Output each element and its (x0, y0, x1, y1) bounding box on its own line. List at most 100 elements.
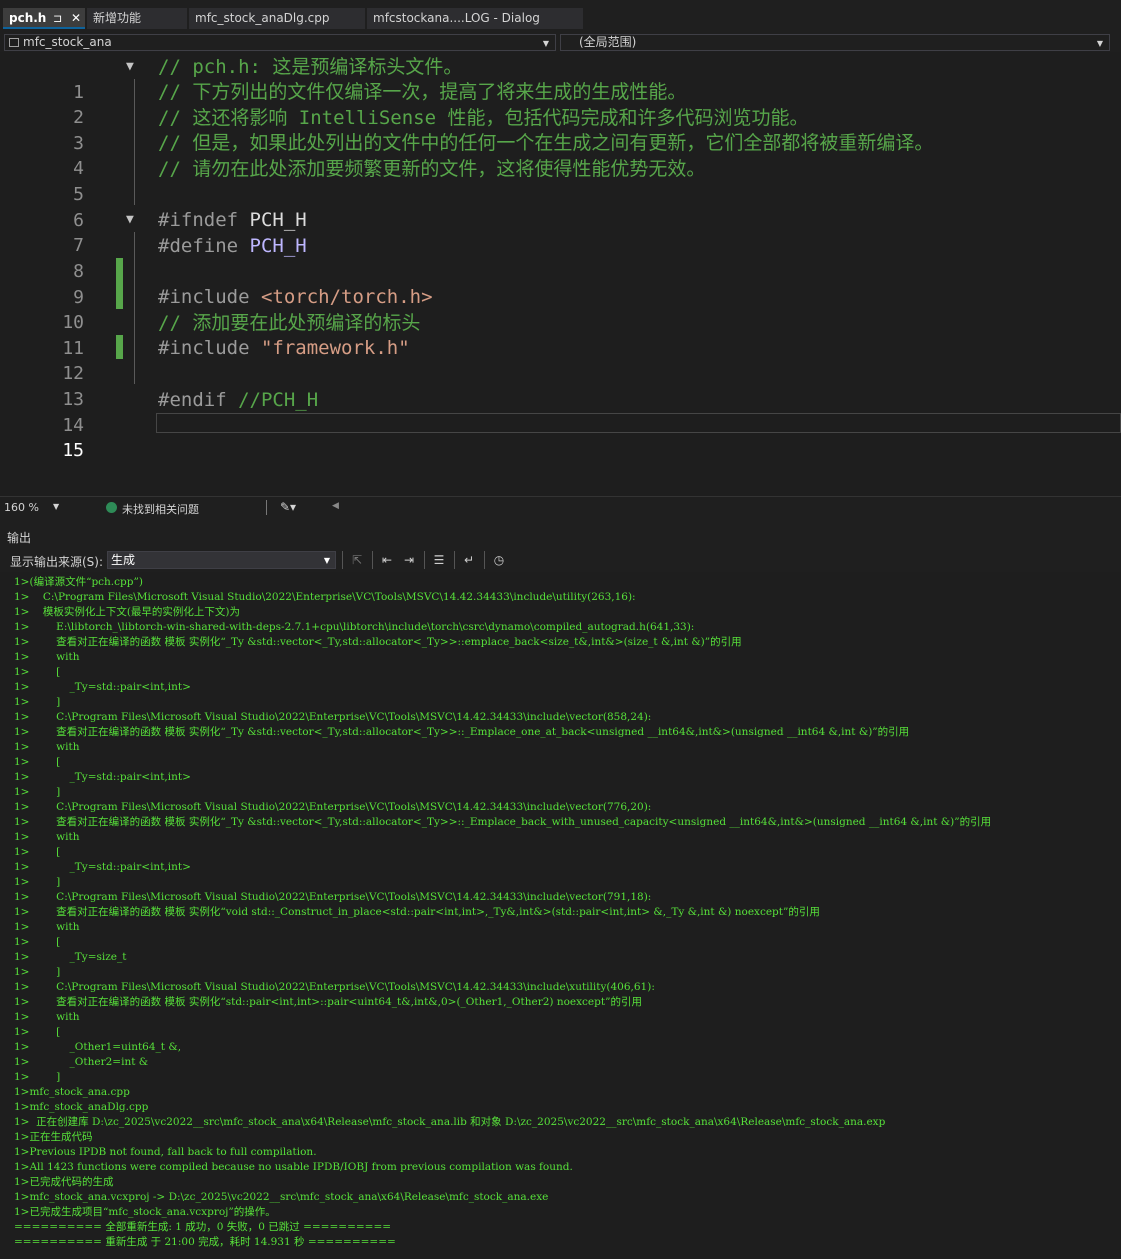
code-line: 2 // 下方列出的文件仅编译一次，提高了将来生成的生成性能。 (0, 79, 1121, 128)
fold-toggle-icon[interactable]: ▼ (126, 54, 134, 80)
output-line: 1> with (14, 921, 80, 933)
tab-pch-h[interactable]: pch.h ⊐ ✕ (3, 8, 85, 29)
divider (424, 551, 425, 569)
divider (342, 551, 343, 569)
output-line: 1>mfc_stock_ana.cpp (14, 1086, 130, 1098)
zoom-level[interactable]: 160 % (4, 501, 39, 514)
clear-all-icon[interactable]: ☰ (431, 552, 447, 568)
code-line: 3 // 这还将影响 IntelliSense 性能，包括代码完成和许多代码浏览… (0, 105, 1121, 154)
code-text: // 请勿在此处添加要频繁更新的文件，这将使得性能优势无效。 (158, 158, 706, 180)
output-line: ========== 重新生成 于 21:00 完成，耗时 14.931 秒 =… (14, 1236, 396, 1248)
code-text: // pch.h: 这是预编译标头文件。 (158, 56, 463, 78)
output-line: 1> with (14, 1011, 80, 1023)
output-line: 1> C:\Program Files\Microsoft Visual Stu… (14, 981, 655, 993)
next-message-icon[interactable]: ⇥ (401, 552, 417, 568)
output-line: 1> C:\Program Files\Microsoft Visual Stu… (14, 591, 636, 603)
output-line: 1> _Ty=std::pair<int,int> (14, 771, 191, 783)
preprocessor-directive: #include (158, 286, 250, 308)
output-line: 1> _Other1=uint64_t &, (14, 1041, 182, 1053)
tab-dialog[interactable]: mfcstockana....LOG - Dialog (367, 8, 583, 29)
scroll-left-icon[interactable]: ◀ (332, 501, 339, 511)
output-line: 1> 查看对正在编译的函数 模板 实例化“std::pair<int,int>:… (14, 996, 642, 1008)
code-editor[interactable]: 1 ▼ // pch.h: 这是预编译标头文件。 2 // 下方列出的文件仅编译… (0, 52, 1121, 496)
navigation-bar: mfc_stock_ana ▼ (全局范围) ▼ (0, 32, 1121, 52)
line-number: 15 (62, 440, 84, 461)
output-line: 1> 查看对正在编译的函数 模板 实例化“_Ty &std::vector<_T… (14, 636, 742, 648)
output-line: 1> 查看对正在编译的函数 模板 实例化“_Ty &std::vector<_T… (14, 726, 910, 738)
output-line: 1>All 1423 functions were compiled becau… (14, 1161, 573, 1173)
code-comment: //PCH_H (238, 389, 319, 411)
output-line: 1>已完成生成项目“mfc_stock_ana.vcxproj”的操作。 (14, 1206, 276, 1218)
macro-name: PCH_H (249, 235, 307, 257)
chevron-down-icon[interactable]: ▼ (53, 502, 59, 511)
output-content[interactable]: 1>(编译源文件“pch.cpp”) 1> C:\Program Files\M… (0, 572, 1121, 1259)
output-line: 1> 查看对正在编译的函数 模板 实例化“_Ty &std::vector<_T… (14, 816, 992, 828)
code-line: 10 #include <torch/torch.h> (0, 284, 1121, 333)
output-panel-title: 输出 (7, 531, 32, 545)
previous-message-icon[interactable]: ⇤ (379, 552, 395, 568)
scope-dropdown[interactable]: (全局范围) ▼ (560, 34, 1110, 51)
divider (484, 551, 485, 569)
code-line: 4 // 但是，如果此处列出的文件中的任何一个在生成之间有更新，它们全部都将被重… (0, 130, 1121, 179)
output-line: 1> ] (14, 876, 61, 888)
output-line: 1> C:\Program Files\Microsoft Visual Stu… (14, 801, 652, 813)
tab-new-features[interactable]: 新增功能 (87, 8, 187, 29)
fold-toggle-icon[interactable]: ▼ (126, 207, 134, 233)
code-line: 5 // 请勿在此处添加要频繁更新的文件，这将使得性能优势无效。 (0, 156, 1121, 205)
chevron-down-icon: ▼ (323, 556, 330, 565)
project-dropdown[interactable]: mfc_stock_ana ▼ (4, 34, 556, 51)
output-line: 1> with (14, 651, 80, 663)
check-icon (106, 502, 117, 513)
output-line: 1> _Other2=int & (14, 1056, 149, 1068)
output-line: 1> 正在创建库 D:\zc_2025\vc2022__src\mfc_stoc… (14, 1116, 886, 1128)
code-line: 13 (0, 361, 1121, 410)
output-line: 1>(编译源文件“pch.cpp”) (14, 576, 143, 588)
output-source-select[interactable]: 生成 ▼ (107, 551, 336, 569)
code-line: 1 ▼ // pch.h: 这是预编译标头文件。 (0, 54, 1121, 103)
output-line: 1>Previous IPDB not found, fall back to … (14, 1146, 317, 1158)
code-line: 6 (0, 182, 1121, 231)
issues-status[interactable]: 未找到相关问题 (122, 501, 199, 517)
preprocessor-directive: #ifndef (158, 209, 239, 231)
output-line: 1> [ (14, 666, 61, 678)
code-line: 14 #endif //PCH_H (0, 387, 1121, 436)
output-line: 1> 查看对正在编译的函数 模板 实例化“void std::_Construc… (14, 906, 820, 918)
word-wrap-icon[interactable]: ↵ (461, 552, 477, 568)
output-line: 1> C:\Program Files\Microsoft Visual Stu… (14, 711, 652, 723)
close-icon[interactable]: ✕ (71, 8, 81, 27)
output-line: 1> ] (14, 1071, 61, 1083)
preprocessor-directive: #endif (158, 389, 227, 411)
tab-label: pch.h (9, 11, 47, 25)
preprocessor-directive: #include (158, 337, 250, 359)
tab-mfc-stock-anadlg-cpp[interactable]: mfc_stock_anaDlg.cpp (189, 8, 365, 29)
chevron-down-icon: ▼ (542, 39, 549, 48)
output-line: 1> E:\libtorch_\libtorch-win-shared-with… (14, 621, 695, 633)
output-line: 1> _Ty=size_t (14, 951, 127, 963)
brush-icon[interactable]: ✎▾ (280, 500, 296, 514)
output-source-label: 显示输出来源(S): (10, 555, 104, 569)
include-path: "framework.h" (260, 337, 410, 359)
tab-label: 新增功能 (93, 11, 142, 25)
code-text: // 下方列出的文件仅编译一次，提高了将来生成的生成性能。 (158, 81, 687, 103)
pin-icon[interactable]: ⊐ (53, 8, 62, 27)
find-message-icon[interactable]: ⇱ (349, 552, 365, 568)
code-line: 12 #include "framework.h" (0, 335, 1121, 384)
include-path: <torch/torch.h> (260, 286, 433, 308)
preprocessor-directive: #define (158, 235, 239, 257)
output-line: 1>mfc_stock_ana.vcxproj -> D:\zc_2025\vc… (14, 1191, 549, 1203)
timestamp-icon[interactable]: ◷ (491, 552, 507, 568)
tab-label: mfc_stock_anaDlg.cpp (195, 11, 330, 25)
macro-name: PCH_H (249, 209, 307, 231)
output-line: 1> ] (14, 966, 61, 978)
scope-name: (全局范围) (579, 35, 637, 49)
document-tab-bar: pch.h ⊐ ✕ 新增功能 mfc_stock_anaDlg.cpp mfcs… (0, 0, 1121, 32)
output-line: 1> [ (14, 846, 61, 858)
output-line: 1> 模板实例化上下文(最早的实例化上下文)为 (14, 606, 241, 618)
divider (454, 551, 455, 569)
project-icon (9, 38, 19, 47)
output-line: 1> [ (14, 936, 61, 948)
output-toolbar: 显示输出来源(S): 生成 ▼ ⇱ ⇤ ⇥ ☰ ↵ ◷ (0, 548, 1121, 572)
output-line: 1> ] (14, 786, 61, 798)
output-line: 1>已完成代码的生成 (14, 1176, 114, 1188)
output-line: 1>mfc_stock_anaDlg.cpp (14, 1101, 149, 1113)
